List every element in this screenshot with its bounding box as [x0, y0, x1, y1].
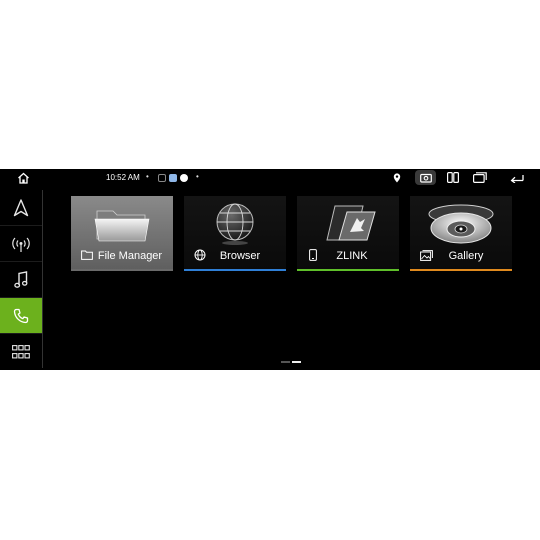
sidebar-item-music[interactable]: [0, 262, 42, 298]
split-screen-icon: [447, 172, 459, 183]
recent-apps-button[interactable]: [472, 170, 488, 185]
clock: 10:52 AM: [106, 173, 140, 182]
screenshot-button[interactable]: [415, 170, 436, 185]
globe-artwork: [184, 200, 286, 248]
app-tile-gallery[interactable]: Gallery: [410, 196, 512, 271]
app-underline: [184, 269, 286, 271]
app-tile-file-manager[interactable]: File Manager: [71, 196, 173, 271]
page-dot-current: [292, 361, 301, 363]
app-label: Browser: [219, 250, 261, 262]
location-icon: [391, 171, 403, 184]
app-label: Gallery: [448, 250, 484, 262]
home-button[interactable]: [15, 170, 31, 185]
status-dot: •: [196, 172, 199, 181]
back-arrow-icon: [510, 174, 524, 183]
page-dot: [281, 361, 290, 363]
music-icon: [14, 270, 28, 288]
sidebar: [0, 190, 43, 368]
app-tile-zlink[interactable]: ZLINK: [297, 196, 399, 271]
app-underline: [71, 269, 173, 271]
gallery-artwork: [410, 200, 512, 248]
download-icon: [180, 173, 188, 182]
phone-icon: [13, 308, 29, 323]
folder-artwork: [71, 200, 173, 248]
apps-grid-icon: [12, 344, 30, 358]
sidebar-item-phone[interactable]: [0, 298, 42, 334]
app-label: File Manager: [97, 250, 163, 262]
notification-icons: [158, 172, 188, 183]
app-label: ZLINK: [336, 250, 368, 262]
status-dot: •: [146, 172, 149, 181]
screenshot-icon: [419, 173, 432, 183]
sidebar-item-navigation[interactable]: [0, 190, 42, 226]
split-screen-button[interactable]: [446, 170, 460, 185]
app-underline: [410, 269, 512, 271]
navigation-icon: [13, 198, 29, 216]
usb-icon: [158, 173, 166, 182]
page-indicator[interactable]: [281, 361, 301, 363]
sidebar-item-radio[interactable]: [0, 226, 42, 262]
back-button[interactable]: [508, 170, 525, 185]
status-bar: 10:52 AM • •: [0, 169, 540, 186]
app-tile-browser[interactable]: Browser: [184, 196, 286, 271]
radio-icon: [12, 237, 30, 252]
sidebar-item-apps[interactable]: [0, 334, 42, 369]
head-unit-screen: 10:52 AM • • File Manager Browser ZLINK …: [0, 169, 540, 370]
home-icon: [17, 172, 29, 184]
zlink-artwork: [297, 200, 399, 248]
app-underline: [297, 269, 399, 271]
recent-apps-icon: [473, 172, 487, 183]
bluetooth-icon: [169, 173, 177, 182]
